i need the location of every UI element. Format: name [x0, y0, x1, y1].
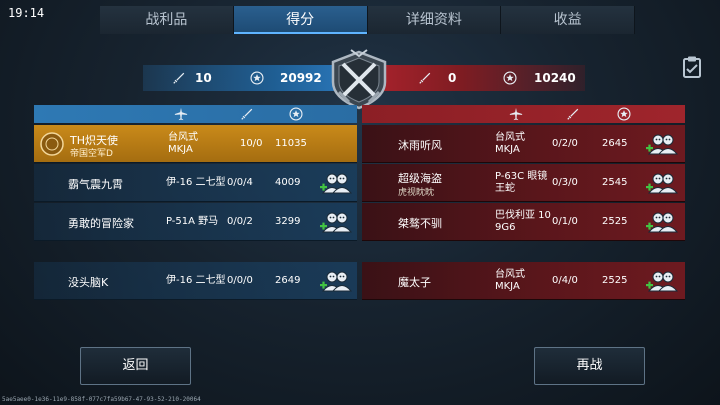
- blue-kills: 10: [195, 71, 212, 85]
- player-row[interactable]: 勇敢的冒险家 P-51A 野马 0/0/2 3299: [34, 203, 357, 241]
- plane-name: 巴伐利亚 10: [495, 210, 551, 221]
- add-friend-icon[interactable]: [643, 171, 679, 195]
- plane-icon: [509, 107, 523, 121]
- star-medal-icon: [617, 107, 631, 121]
- player-score: 11035: [275, 138, 307, 149]
- add-friend-icon[interactable]: [643, 269, 679, 293]
- kills-deaths-assists: 0/2/0: [552, 138, 578, 149]
- player-row-self[interactable]: TH炽天使 帝国空军D 台风式 MKJA 10/0 11035: [34, 125, 357, 163]
- player-score: 2649: [275, 275, 301, 286]
- tab-earnings[interactable]: 收益: [501, 6, 635, 34]
- star-medal-icon: [503, 71, 517, 85]
- plane-name: 台风式: [168, 132, 198, 143]
- player-score: 2645: [602, 138, 628, 149]
- kills-deaths-assists: 0/3/0: [552, 177, 578, 188]
- player-title: 虎视眈眈: [398, 188, 435, 198]
- star-medal-icon: [289, 107, 303, 121]
- player-name: 超级海盗: [398, 172, 442, 185]
- tab-bar: 战利品 得分 详细资料 收益: [100, 6, 635, 34]
- plane-name: 台风式: [495, 269, 525, 280]
- player-score: 4009: [275, 177, 301, 188]
- player-name: 勇敢的冒险家: [68, 217, 134, 230]
- player-name: 魔太子: [398, 276, 431, 289]
- add-friend-icon[interactable]: [317, 171, 353, 195]
- plane-name-line2: MKJA: [168, 144, 193, 155]
- sword-icon: [418, 71, 432, 85]
- blue-team-header: [34, 105, 357, 123]
- kills-deaths-assists: 0/1/0: [552, 216, 578, 227]
- tab-loot[interactable]: 战利品: [100, 6, 234, 34]
- player-score: 3299: [275, 216, 301, 227]
- plane-name: P-51A 野马: [166, 216, 219, 227]
- plane-icon: [174, 107, 188, 121]
- add-friend-icon[interactable]: [317, 210, 353, 234]
- tab-details[interactable]: 详细资料: [367, 6, 502, 34]
- plane-name-line2: 9G6: [495, 222, 516, 233]
- player-row[interactable]: 魔太子 台风式 MKJA 0/4/0 2525: [362, 262, 685, 300]
- kills-deaths-assists: 0/0/4: [227, 177, 253, 188]
- player-row[interactable]: 桀骜不驯 巴伐利亚 10 9G6 0/1/0 2525: [362, 203, 685, 241]
- player-name: 霸气震九霄: [68, 178, 123, 191]
- player-row[interactable]: 沐雨听风 台风式 MKJA 0/2/0 2645: [362, 125, 685, 163]
- plane-name: 台风式: [495, 132, 525, 143]
- red-kills: 0: [448, 71, 457, 85]
- player-score: 2525: [602, 216, 628, 227]
- red-team-header: [362, 105, 685, 123]
- sword-icon: [172, 71, 186, 85]
- player-score: 2545: [602, 177, 628, 188]
- player-row[interactable]: 霸气震九霄 伊-16 二七型 0/0/4 4009: [34, 164, 357, 202]
- replay-button[interactable]: 再战: [534, 347, 645, 385]
- plane-name: 伊-16 二七型: [166, 177, 226, 188]
- plane-name-line2: 王蛇: [495, 183, 515, 194]
- blue-total-score: 20992: [280, 71, 322, 85]
- player-squad: 帝国空军D: [70, 149, 113, 159]
- player-row[interactable]: 超级海盗 虎视眈眈 P-63C 眼镜 王蛇 0/3/0 2545: [362, 164, 685, 202]
- rank-badge-icon: [40, 132, 64, 156]
- session-id: 5ae5aee0-1e36-11e9-858f-077c7fa59b67-47-…: [2, 396, 201, 403]
- tab-score[interactable]: 得分: [233, 6, 368, 34]
- add-friend-icon[interactable]: [643, 210, 679, 234]
- blue-team-panel: TH炽天使 帝国空军D 台风式 MKJA 10/0 11035 霸气震九霄 伊-…: [34, 105, 357, 301]
- sword-icon: [240, 107, 254, 121]
- star-medal-icon: [250, 71, 264, 85]
- plane-name-line2: MKJA: [495, 144, 520, 155]
- kills-deaths-assists: 10/0: [240, 138, 263, 149]
- status-clock: 19:14: [8, 6, 45, 20]
- kills-deaths-assists: 0/4/0: [552, 275, 578, 286]
- player-name: 桀骜不驯: [398, 217, 442, 230]
- red-team-panel: 沐雨听风 台风式 MKJA 0/2/0 2645 超级海盗 虎视眈眈 P-63C…: [362, 105, 685, 301]
- add-friend-icon[interactable]: [643, 132, 679, 156]
- kills-deaths-assists: 0/0/0: [227, 275, 253, 286]
- plane-name: P-63C 眼镜: [495, 171, 548, 182]
- red-total-score: 10240: [534, 71, 576, 85]
- player-row[interactable]: 没头脑K 伊-16 二七型 0/0/0 2649: [34, 262, 357, 300]
- plane-name: 伊-16 二七型: [166, 275, 226, 286]
- red-team-summary: 0 10240: [380, 65, 585, 91]
- add-friend-icon[interactable]: [317, 269, 353, 293]
- crossed-swords-emblem: [331, 49, 387, 110]
- player-score: 2525: [602, 275, 628, 286]
- sword-icon: [566, 107, 580, 121]
- back-button[interactable]: 返回: [80, 347, 191, 385]
- clipboard-icon[interactable]: [682, 55, 704, 79]
- player-name: 沐雨听风: [398, 139, 442, 152]
- kills-deaths-assists: 0/0/2: [227, 216, 253, 227]
- plane-name-line2: MKJA: [495, 281, 520, 292]
- player-name: 没头脑K: [68, 276, 109, 289]
